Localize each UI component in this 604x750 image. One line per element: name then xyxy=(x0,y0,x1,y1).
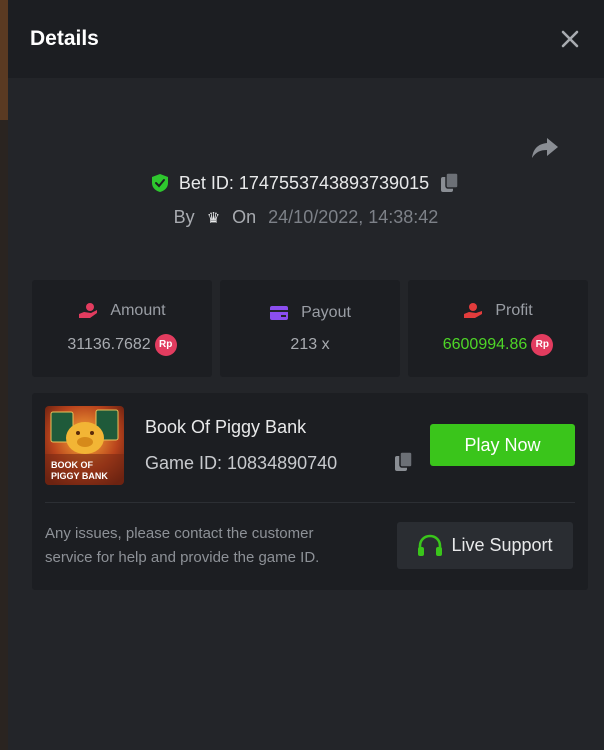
piggy-bank-image: BOOK OF PIGGY BANK xyxy=(45,406,124,485)
hand-money-icon xyxy=(464,302,483,318)
stats-row: Amount 31136.7682 Rp Payout 213 x Profit… xyxy=(32,280,588,377)
divider xyxy=(45,502,575,503)
live-support-label: Live Support xyxy=(451,535,553,555)
share-icon xyxy=(532,138,558,158)
stat-amount: Amount 31136.7682 Rp xyxy=(32,280,212,377)
shield-check-icon xyxy=(151,174,168,192)
play-now-button[interactable]: Play Now xyxy=(430,424,575,466)
thumb-title-line1: BOOK OF xyxy=(51,460,94,470)
live-support-button[interactable]: Live Support xyxy=(397,522,573,569)
background-edge xyxy=(0,0,8,750)
wallet-card-icon xyxy=(270,305,289,320)
game-card: BOOK OF PIGGY BANK Book Of Piggy Bank Ga… xyxy=(32,393,588,590)
currency-badge: Rp xyxy=(154,333,177,356)
copy-icon xyxy=(441,172,459,192)
by-label: By xyxy=(173,207,195,227)
bet-id: Bet ID: 1747553743893739015 xyxy=(178,172,430,193)
modal-header: Details xyxy=(8,0,604,78)
game-name: Book Of Piggy Bank xyxy=(145,417,307,437)
stat-value: 6600994.86 xyxy=(442,335,528,353)
game-id: Game ID: 10834890740 xyxy=(145,453,338,473)
stat-payout: Payout 213 x xyxy=(220,280,400,377)
modal-title: Details xyxy=(30,27,99,50)
currency-badge: Rp xyxy=(531,333,554,356)
details-modal: Details Bet ID: 1747553743893739015 By ♛… xyxy=(8,0,604,750)
bet-id-row: Bet ID: 1747553743893739015 xyxy=(8,172,604,194)
crown-icon: ♛ xyxy=(206,209,221,227)
bet-meta-row: By ♛ On 24/10/2022, 14:38:42 xyxy=(8,207,604,228)
stat-profit: Profit 6600994.86 Rp xyxy=(408,280,588,377)
thumb-title-line2: PIGGY BANK xyxy=(51,471,108,481)
stat-label: Amount xyxy=(110,301,166,319)
stat-label: Profit xyxy=(495,301,533,319)
copy-icon xyxy=(395,451,413,471)
bet-date: 24/10/2022, 14:38:42 xyxy=(268,207,439,227)
stat-label: Payout xyxy=(301,303,351,321)
on-label: On xyxy=(232,207,257,227)
stat-value: 213 x xyxy=(290,335,330,353)
hand-coins-icon xyxy=(79,302,98,318)
stat-value: 31136.7682 xyxy=(67,335,151,353)
help-text: Any issues, please contact the customer … xyxy=(45,525,320,566)
copy-bet-id-button[interactable] xyxy=(439,172,461,194)
headset-icon xyxy=(418,534,443,556)
share-button[interactable] xyxy=(530,134,560,162)
close-icon xyxy=(561,30,579,48)
close-button[interactable] xyxy=(556,25,584,53)
copy-game-id-button[interactable] xyxy=(393,451,415,473)
game-thumbnail[interactable]: BOOK OF PIGGY BANK xyxy=(45,406,124,485)
